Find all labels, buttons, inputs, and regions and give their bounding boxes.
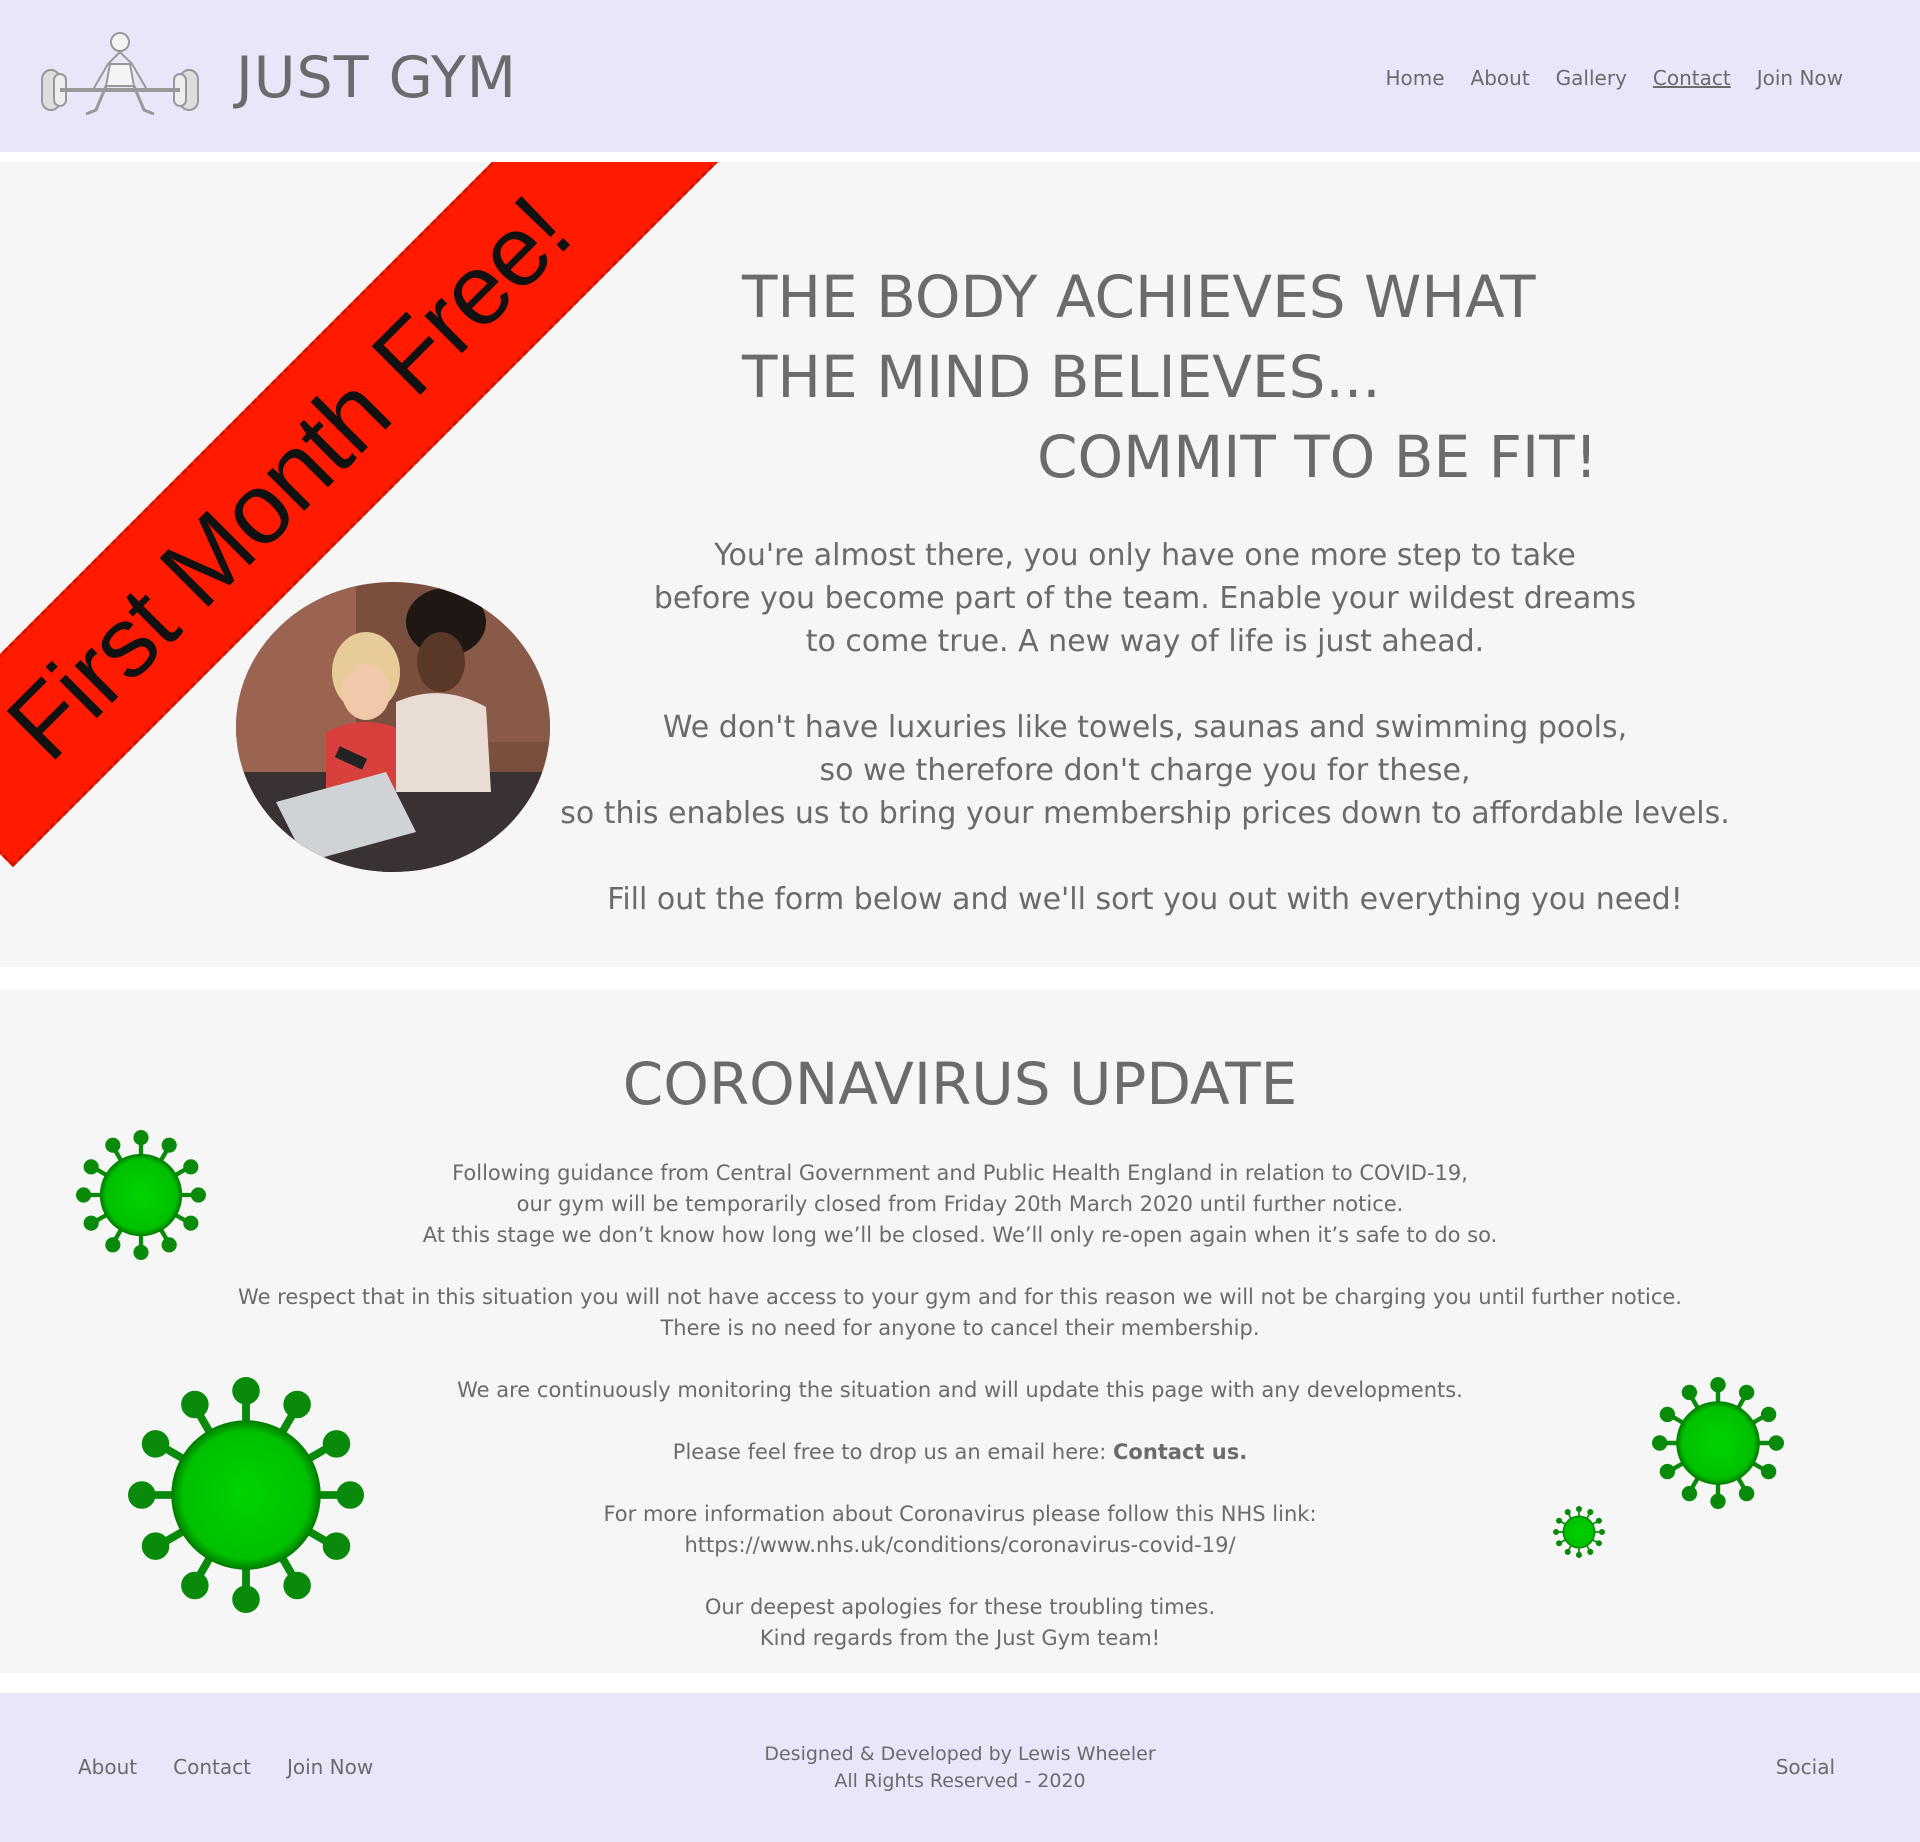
nhs-info-text: For more information about Coronavirus p…	[603, 1502, 1317, 1526]
corona-paragraph-6: Our deepest apologies for these troublin…	[180, 1592, 1740, 1654]
site-header: JUST GYM Home About Gallery Contact Join…	[0, 0, 1920, 152]
corona-p2-line1: We respect that in this situation you wi…	[238, 1285, 1682, 1309]
corona-paragraph-1: Following guidance from Central Governme…	[180, 1158, 1740, 1251]
hero-paragraph-3: Fill out the form below and we'll sort y…	[607, 882, 1683, 917]
hero-p2-line3: so this enables us to bring your members…	[560, 796, 1730, 831]
corona-text: Following guidance from Central Governme…	[180, 1158, 1740, 1685]
nav-about[interactable]: About	[1471, 66, 1530, 90]
corona-paragraph-4: Please feel free to drop us an email her…	[180, 1437, 1740, 1468]
hero-p1-line2: before you become part of the team. Enab…	[653, 581, 1637, 616]
hero-p2-line1: We don't have luxuries like towels, saun…	[662, 710, 1628, 745]
regards-line: Kind regards from the Just Gym team!	[759, 1626, 1161, 1650]
nav-home[interactable]: Home	[1385, 66, 1444, 90]
nav-join-now[interactable]: Join Now	[1757, 66, 1843, 90]
footer-about-link[interactable]: About	[78, 1755, 137, 1779]
nav-gallery[interactable]: Gallery	[1556, 66, 1627, 90]
apology-line: Our deepest apologies for these troublin…	[704, 1595, 1216, 1619]
contact-us-link[interactable]: Contact us.	[1113, 1440, 1247, 1464]
corona-p1-line3: At this stage we don’t know how long we’…	[422, 1223, 1498, 1247]
corona-paragraph-3: We are continuously monitoring the situa…	[457, 1378, 1463, 1402]
site-footer: About Contact Join Now Designed & Develo…	[0, 1693, 1920, 1842]
members-photo	[236, 582, 550, 872]
corona-p1-line1: Following guidance from Central Governme…	[452, 1161, 1468, 1185]
footer-social-link[interactable]: Social	[1776, 1755, 1835, 1779]
hero-section: First Month Free! THE BODY ACHIEVES WHAT…	[0, 162, 1920, 967]
weightlifter-icon[interactable]	[34, 30, 206, 122]
headline-line1: THE BODY ACHIEVES WHAT	[742, 263, 1536, 331]
credit-line-2: All Rights Reserved - 2020	[834, 1770, 1086, 1792]
footer-contact-link[interactable]: Contact	[173, 1755, 251, 1779]
corona-p2-line2: There is no need for anyone to cancel th…	[660, 1316, 1260, 1340]
nav-contact[interactable]: Contact	[1653, 66, 1731, 90]
hero-p2-line2: so we therefore don't charge you for the…	[819, 753, 1471, 788]
hero-paragraph-1: You're almost there, you only have one m…	[540, 534, 1750, 663]
footer-links: About Contact Join Now	[78, 1755, 373, 1779]
hero-p1-line1: You're almost there, you only have one m…	[714, 538, 1576, 573]
footer-credits: Designed & Developed by Lewis Wheeler Al…	[660, 1741, 1260, 1795]
nhs-link[interactable]: https://www.nhs.uk/conditions/coronaviru…	[180, 1530, 1740, 1561]
hero-text: You're almost there, you only have one m…	[540, 534, 1750, 964]
main-nav: Home About Gallery Contact Join Now	[1385, 66, 1843, 90]
corona-title: CORONAVIRUS UPDATE	[622, 1050, 1298, 1118]
hero-p1-line3: to come true. A new way of life is just …	[805, 624, 1485, 659]
headline-line3: COMMIT TO BE FIT!	[1037, 423, 1598, 491]
coronavirus-section: CORONAVIRUS UPDATE Following guidance fr…	[0, 990, 1920, 1673]
headline-line2: THE MIND BELIEVES...	[742, 343, 1381, 411]
contact-prompt: Please feel free to drop us an email her…	[672, 1440, 1113, 1464]
hero-paragraph-2: We don't have luxuries like towels, saun…	[540, 706, 1750, 835]
corona-paragraph-5: For more information about Coronavirus p…	[180, 1499, 1740, 1561]
brand-title: JUST GYM	[236, 45, 517, 111]
corona-p1-line2: our gym will be temporarily closed from …	[516, 1192, 1404, 1216]
hero-headline: THE BODY ACHIEVES WHAT THE MIND BELIEVES…	[742, 257, 1598, 497]
credit-line-1: Designed & Developed by Lewis Wheeler	[764, 1743, 1156, 1765]
footer-join-now-link[interactable]: Join Now	[287, 1755, 373, 1779]
corona-paragraph-2: We respect that in this situation you wi…	[180, 1282, 1740, 1344]
